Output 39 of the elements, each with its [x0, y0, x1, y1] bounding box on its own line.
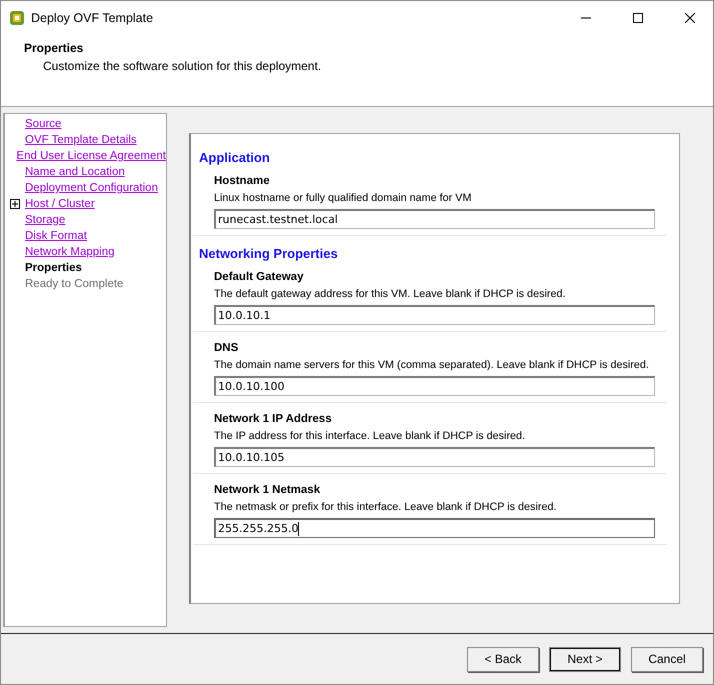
page-title: Properties: [24, 41, 84, 55]
step-link[interactable]: Name and Location: [25, 166, 125, 178]
input-field[interactable]: 10.0.10.1: [214, 305, 655, 325]
section-heading: Application: [199, 150, 271, 165]
field-label: Network 1 IP Address: [214, 413, 333, 425]
field-description: The IP address for this interface. Leave blank if DHCP is desired.: [214, 430, 526, 442]
page-subtitle: Customize the software solution for this deployment.: [43, 59, 322, 73]
step-link[interactable]: Storage: [25, 214, 66, 226]
field-description: Linux hostname or fully qualified domain name for VM: [214, 192, 472, 204]
input-field[interactable]: 255.255.255.0: [214, 518, 655, 538]
input-field[interactable]: 10.0.10.100: [214, 376, 655, 396]
step-link: Ready to Complete: [25, 278, 124, 290]
field-description: The netmask or prefix for this interface. Leave blank if DHCP is desired.: [214, 501, 558, 513]
expand-icon[interactable]: [10, 199, 20, 209]
dialog-button[interactable]: Cancel: [631, 646, 703, 672]
step-link[interactable]: Disk Format: [25, 230, 87, 242]
step-link[interactable]: Network Mapping: [25, 246, 114, 258]
step-link[interactable]: Source: [25, 118, 62, 130]
field-label: DNS: [214, 342, 240, 354]
step-link[interactable]: Properties: [25, 262, 82, 274]
maximize-icon[interactable]: [633, 13, 643, 23]
section-heading: Networking Properties: [199, 246, 339, 261]
dialog-button[interactable]: < Back: [467, 646, 539, 672]
field-description: The domain name servers for this VM (comma separated). Leave blank if DHCP is desired.: [214, 359, 650, 371]
minimize-icon[interactable]: [581, 17, 591, 19]
step-link[interactable]: Host / Cluster: [25, 198, 95, 210]
step-link[interactable]: OVF Template Details: [25, 134, 137, 146]
dialog-button[interactable]: Next >: [549, 646, 621, 672]
step-link[interactable]: End User License Agreement: [16, 150, 166, 162]
window-title: Deploy OVF Template: [31, 11, 154, 25]
field-label: Default Gateway: [214, 271, 304, 283]
field-description: The default gateway address for this VM. Leave blank if DHCP is desired.: [214, 288, 566, 300]
field-label: Network 1 Netmask: [214, 484, 322, 496]
step-link[interactable]: Deployment Configuration: [25, 182, 158, 194]
input-field[interactable]: 10.0.10.105: [214, 447, 655, 467]
app-logo-icon: [9, 10, 25, 26]
field-label: Hostname: [214, 175, 271, 187]
input-field[interactable]: runecast.testnet.local: [214, 209, 655, 229]
close-icon[interactable]: [685, 13, 695, 23]
